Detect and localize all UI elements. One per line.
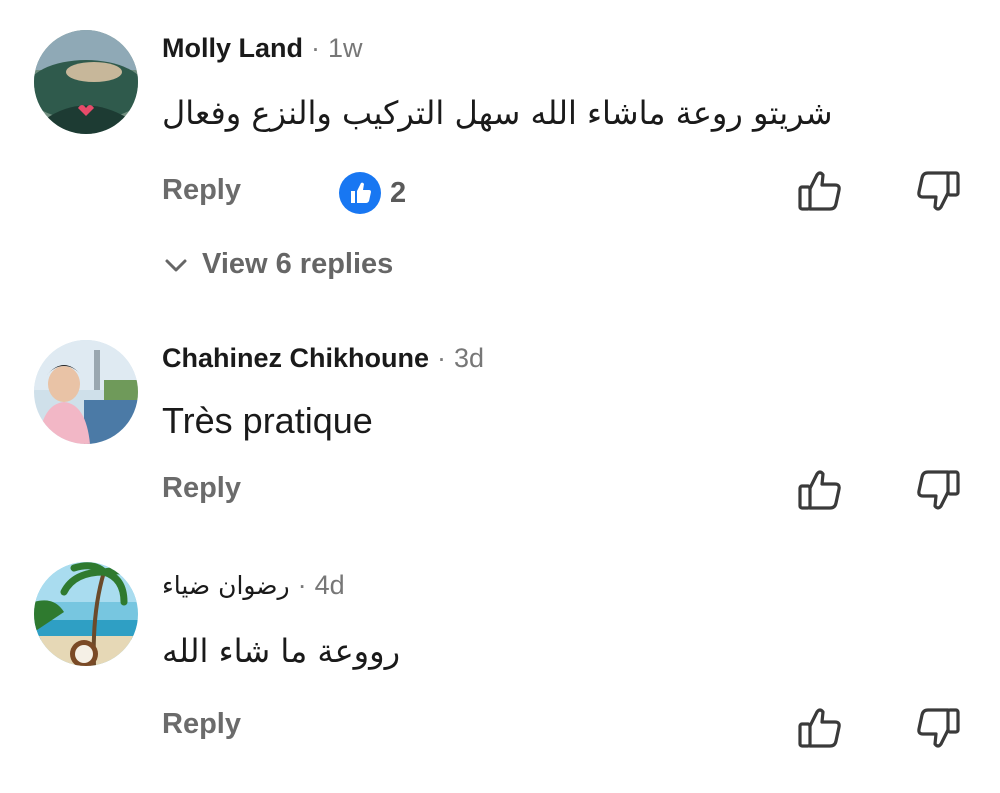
thumbs-up-outline-icon bbox=[798, 708, 841, 748]
like-button[interactable] bbox=[796, 704, 844, 752]
comment-header: رضوان ضياء · 4d bbox=[162, 565, 345, 605]
separator-dot: · bbox=[297, 569, 307, 600]
comment-time: 4d bbox=[314, 569, 345, 600]
comment-text: رووعة ما شاء الله bbox=[162, 632, 401, 670]
author-name[interactable]: رضوان ضياء bbox=[162, 571, 290, 600]
comment-item: رضوان ضياء · 4d رووعة ما شاء الله Reply bbox=[0, 0, 1000, 793]
avatar[interactable] bbox=[34, 562, 138, 666]
dislike-button[interactable] bbox=[914, 704, 962, 752]
thumbs-down-outline-icon bbox=[917, 708, 960, 748]
reply-button[interactable]: Reply bbox=[162, 708, 241, 741]
